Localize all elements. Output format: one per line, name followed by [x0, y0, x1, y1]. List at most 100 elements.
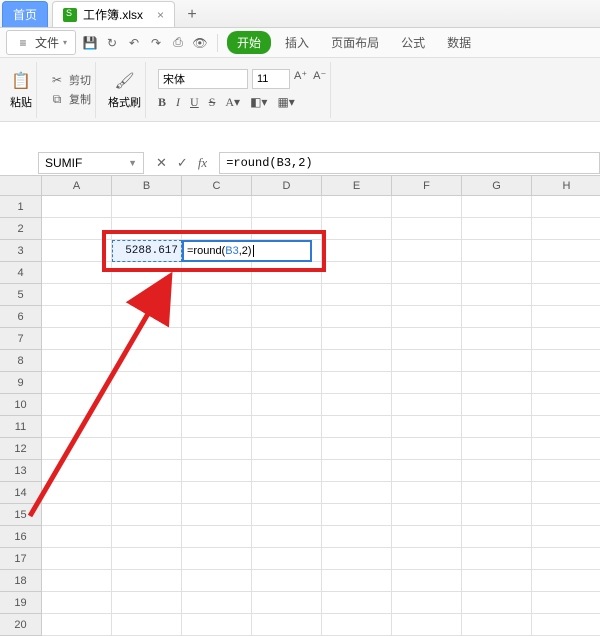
- cell-b12[interactable]: [112, 438, 182, 460]
- cell-b7[interactable]: [112, 328, 182, 350]
- copy-button[interactable]: ⧉ 复制: [49, 91, 91, 107]
- cell-a19[interactable]: [42, 592, 112, 614]
- decrease-font-icon[interactable]: A⁻: [313, 69, 326, 89]
- column-header-d[interactable]: D: [252, 176, 322, 196]
- cell-b1[interactable]: [112, 196, 182, 218]
- cell-f8[interactable]: [392, 350, 462, 372]
- strikethrough-button[interactable]: S: [209, 95, 216, 110]
- cell-b17[interactable]: [112, 548, 182, 570]
- row-header-1[interactable]: 1: [0, 196, 42, 218]
- cell-d7[interactable]: [252, 328, 322, 350]
- cell-f14[interactable]: [392, 482, 462, 504]
- row-header-14[interactable]: 14: [0, 482, 42, 504]
- cell-h14[interactable]: [532, 482, 600, 504]
- cell-f20[interactable]: [392, 614, 462, 636]
- cell-a3[interactable]: [42, 240, 112, 262]
- cell-c9[interactable]: [182, 372, 252, 394]
- cell-g19[interactable]: [462, 592, 532, 614]
- cell-d8[interactable]: [252, 350, 322, 372]
- cell-e17[interactable]: [322, 548, 392, 570]
- refresh-icon[interactable]: ↻: [104, 35, 120, 51]
- cell-a4[interactable]: [42, 262, 112, 284]
- cell-e13[interactable]: [322, 460, 392, 482]
- cell-d10[interactable]: [252, 394, 322, 416]
- cell-g16[interactable]: [462, 526, 532, 548]
- cell-b4[interactable]: [112, 262, 182, 284]
- cell-e12[interactable]: [322, 438, 392, 460]
- cell-h8[interactable]: [532, 350, 600, 372]
- cell-h10[interactable]: [532, 394, 600, 416]
- row-header-6[interactable]: 6: [0, 306, 42, 328]
- cell-a20[interactable]: [42, 614, 112, 636]
- border-button[interactable]: ▦▾: [277, 95, 294, 110]
- cell-g4[interactable]: [462, 262, 532, 284]
- cell-b9[interactable]: [112, 372, 182, 394]
- fill-color-button[interactable]: ◧▾: [250, 95, 267, 110]
- cell-g10[interactable]: [462, 394, 532, 416]
- cell-g20[interactable]: [462, 614, 532, 636]
- cell-g17[interactable]: [462, 548, 532, 570]
- cell-b19[interactable]: [112, 592, 182, 614]
- confirm-edit-icon[interactable]: ✓: [177, 155, 188, 171]
- cell-c11[interactable]: [182, 416, 252, 438]
- cell-a7[interactable]: [42, 328, 112, 350]
- cell-b5[interactable]: [112, 284, 182, 306]
- row-header-18[interactable]: 18: [0, 570, 42, 592]
- new-tab-button[interactable]: +: [179, 3, 205, 27]
- cell-d20[interactable]: [252, 614, 322, 636]
- row-header-7[interactable]: 7: [0, 328, 42, 350]
- cell-b11[interactable]: [112, 416, 182, 438]
- cell-h1[interactable]: [532, 196, 600, 218]
- cell-f15[interactable]: [392, 504, 462, 526]
- cell-d14[interactable]: [252, 482, 322, 504]
- cell-g18[interactable]: [462, 570, 532, 592]
- cell-f5[interactable]: [392, 284, 462, 306]
- redo-icon[interactable]: ↷: [148, 35, 164, 51]
- cell-e5[interactable]: [322, 284, 392, 306]
- cell-g12[interactable]: [462, 438, 532, 460]
- cell-h2[interactable]: [532, 218, 600, 240]
- cell-b6[interactable]: [112, 306, 182, 328]
- cell-f18[interactable]: [392, 570, 462, 592]
- column-header-b[interactable]: B: [112, 176, 182, 196]
- undo-icon[interactable]: ↶: [126, 35, 142, 51]
- print-icon[interactable]: ⎙: [170, 35, 186, 51]
- save-icon[interactable]: 💾: [82, 35, 98, 51]
- row-header-12[interactable]: 12: [0, 438, 42, 460]
- cell-e15[interactable]: [322, 504, 392, 526]
- cell-g14[interactable]: [462, 482, 532, 504]
- cell-h5[interactable]: [532, 284, 600, 306]
- font-size-input[interactable]: [252, 69, 290, 89]
- cell-c14[interactable]: [182, 482, 252, 504]
- font-name-input[interactable]: [158, 69, 248, 89]
- cell-a5[interactable]: [42, 284, 112, 306]
- cell-b15[interactable]: [112, 504, 182, 526]
- cell-f12[interactable]: [392, 438, 462, 460]
- column-header-g[interactable]: G: [462, 176, 532, 196]
- tab-workbook[interactable]: 工作簿.xlsx ×: [52, 1, 175, 27]
- cell-g6[interactable]: [462, 306, 532, 328]
- cell-e20[interactable]: [322, 614, 392, 636]
- paste-button[interactable]: 📋 粘贴: [10, 70, 32, 110]
- formulas-tab[interactable]: 公式: [393, 31, 433, 54]
- increase-font-icon[interactable]: A⁺: [294, 69, 307, 89]
- cell-a18[interactable]: [42, 570, 112, 592]
- cell-g11[interactable]: [462, 416, 532, 438]
- cell-f6[interactable]: [392, 306, 462, 328]
- cell-h7[interactable]: [532, 328, 600, 350]
- cell-h20[interactable]: [532, 614, 600, 636]
- cell-e4[interactable]: [322, 262, 392, 284]
- cell-b10[interactable]: [112, 394, 182, 416]
- cell-d1[interactable]: [252, 196, 322, 218]
- cell-c10[interactable]: [182, 394, 252, 416]
- cell-c13[interactable]: [182, 460, 252, 482]
- cell-c7[interactable]: [182, 328, 252, 350]
- cell-e11[interactable]: [322, 416, 392, 438]
- column-header-f[interactable]: F: [392, 176, 462, 196]
- cell-f1[interactable]: [392, 196, 462, 218]
- preview-icon[interactable]: 👁: [192, 35, 208, 51]
- cell-a1[interactable]: [42, 196, 112, 218]
- cell-c16[interactable]: [182, 526, 252, 548]
- column-header-a[interactable]: A: [42, 176, 112, 196]
- cell-g9[interactable]: [462, 372, 532, 394]
